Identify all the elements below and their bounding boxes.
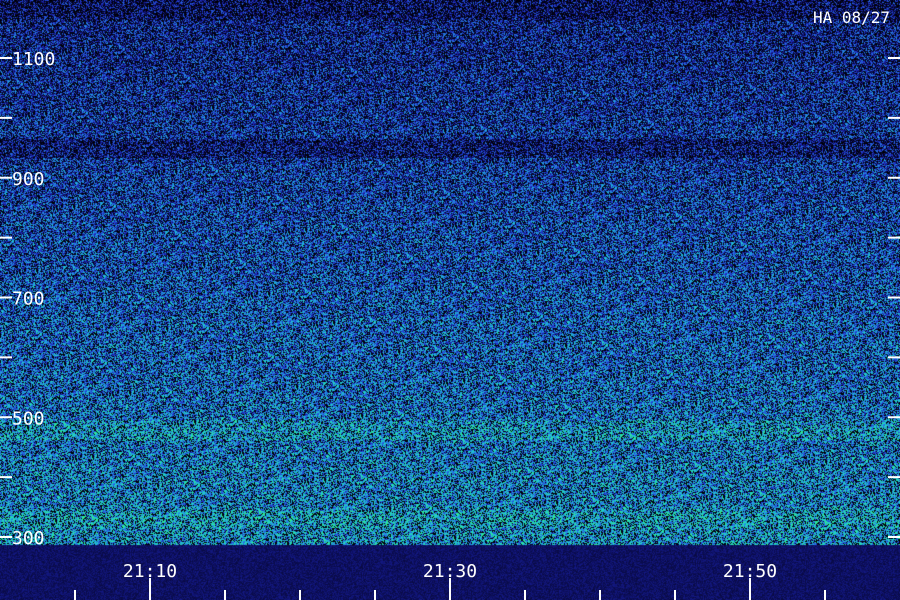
spectrogram-chart: HA 08/27 1100 900 700 500 300 21:10 21:30 21:5… [0, 0, 900, 600]
x-tick-label: 21:50 [723, 561, 777, 582]
y-tick-label: 300 [12, 528, 45, 549]
x-tick-label: 21:10 [123, 561, 177, 582]
x-tick-label: 21:30 [423, 561, 477, 582]
y-tick-label: 700 [12, 289, 45, 310]
y-tick-label: 900 [12, 169, 45, 190]
y-axis: 1100 900 700 500 300 [0, 49, 900, 549]
station-label: HA 08/27 [813, 8, 890, 27]
x-axis: 21:10 21:30 21:50 [74, 561, 826, 600]
axis-overlay: HA 08/27 1100 900 700 500 300 21:10 21:30 21:5… [0, 8, 900, 600]
y-tick-label: 500 [12, 408, 45, 429]
y-tick-label: 1100 [12, 49, 55, 70]
